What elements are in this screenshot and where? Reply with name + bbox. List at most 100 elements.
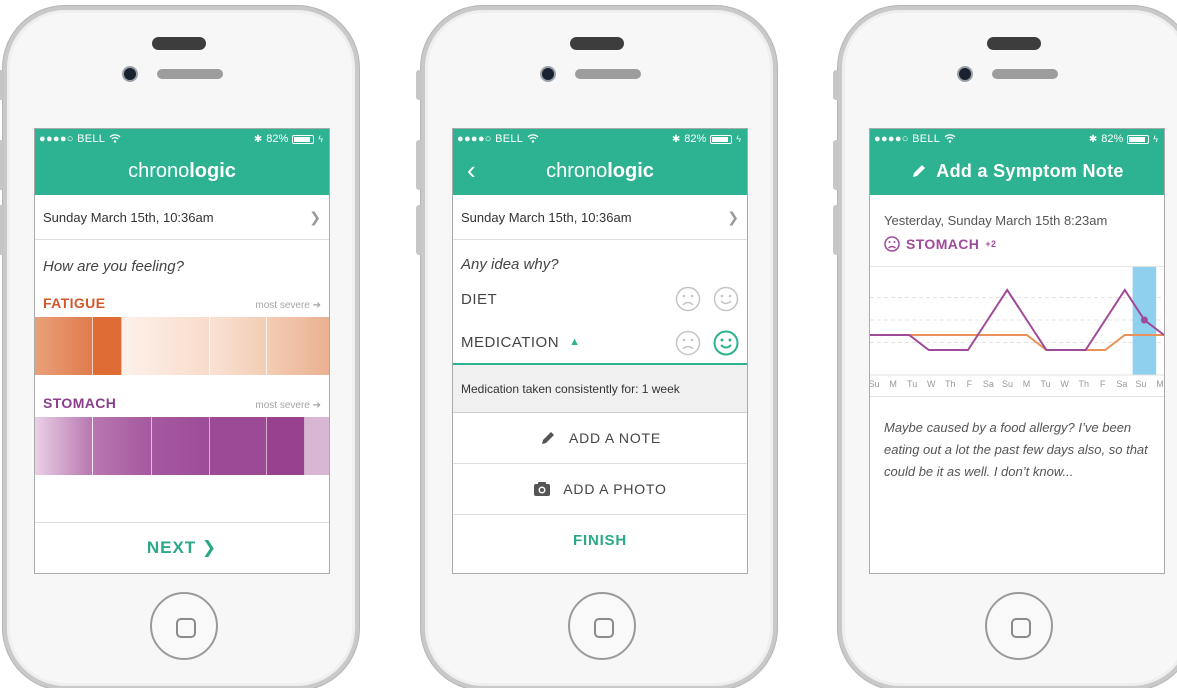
battery-icon xyxy=(292,134,315,144)
bluetooth-icon: ✱ xyxy=(253,133,263,145)
phone-frame-3: ●●●●○ BELL ✱ 82% ϟ Add a Symptom Note Ye… xyxy=(833,6,1177,688)
x-tick-label: Su xyxy=(1002,379,1013,389)
severity-segment[interactable] xyxy=(92,417,153,475)
camera-icon xyxy=(534,482,551,496)
severity-segment[interactable] xyxy=(35,317,93,375)
happy-face-icon[interactable] xyxy=(713,286,739,312)
cause-row-diet[interactable]: DIET xyxy=(453,277,747,321)
sleep-button xyxy=(570,37,624,50)
sad-face-icon[interactable] xyxy=(675,330,701,356)
phone-frame-1: ●●●●○ BELL ✱ 82% ϟ chronologic Sunday Ma… xyxy=(0,6,359,688)
app-header: ‹ chronologic xyxy=(453,147,747,195)
battery-icon xyxy=(710,134,733,144)
bluetooth-icon: ✱ xyxy=(1088,133,1098,145)
chevron-right-icon: ❯ xyxy=(309,208,321,225)
mute-switch xyxy=(833,70,839,100)
add-photo-label: ADD A PHOTO xyxy=(563,481,667,497)
front-camera xyxy=(957,66,973,82)
status-bar: ●●●●○ BELL ✱ 82% ϟ xyxy=(35,129,329,149)
app-logo: chronologic xyxy=(546,159,654,182)
symptom-trend-chart: Su M Tu W Th F Sa Su M Tu W Th F Sa Su M xyxy=(870,266,1164,397)
severity-segment[interactable] xyxy=(305,417,329,475)
note-text: Maybe caused by a food allergy? I’ve bee… xyxy=(884,420,1148,479)
pencil-icon xyxy=(541,432,554,444)
finish-button[interactable]: FINISH xyxy=(453,515,747,566)
x-tick-label: Th xyxy=(1078,379,1089,389)
status-bar: ●●●●○ BELL ✱ 82% ϟ xyxy=(453,129,747,149)
symptom-name: STOMACH xyxy=(906,236,980,252)
back-chevron-icon[interactable]: ‹ xyxy=(467,155,476,186)
cause-row-medication[interactable]: MEDICATION ▲ xyxy=(453,321,747,365)
date-selector[interactable]: Sunday March 15th, 10:36am ❯ xyxy=(453,195,747,240)
add-note-button[interactable]: ADD A NOTE xyxy=(453,413,747,464)
note-date: Yesterday, Sunday March 15th 8:23am xyxy=(884,213,1108,228)
severity-segment[interactable] xyxy=(122,317,210,375)
selected-point xyxy=(1140,316,1148,324)
cause-question: Any idea why? xyxy=(461,256,559,273)
app-header: Add a Symptom Note xyxy=(870,147,1164,195)
date-selector[interactable]: Sunday March 15th, 10:36am ❯ xyxy=(35,195,329,240)
sad-face-icon xyxy=(884,236,900,252)
severity-segment-selected[interactable] xyxy=(92,317,123,375)
fatigue-header: FATIGUE most severe ➔ xyxy=(35,295,329,311)
bluetooth-icon: ✱ xyxy=(671,133,681,145)
next-button[interactable]: NEXT ❯ xyxy=(35,522,329,573)
note-symptom[interactable]: STOMACH +2 xyxy=(870,228,1164,252)
trend-chart-svg: Su M Tu W Th F Sa Su M Tu W Th F Sa Su M xyxy=(870,267,1164,389)
charging-icon: ϟ xyxy=(736,134,741,144)
sleep-button xyxy=(152,37,206,50)
home-button xyxy=(985,592,1053,660)
x-tick-label: M xyxy=(889,379,897,389)
x-tick-label: Su xyxy=(870,379,880,389)
severity-segment[interactable] xyxy=(267,317,329,375)
x-tick-label: Su xyxy=(1135,379,1146,389)
volume-down-button xyxy=(833,205,839,255)
earpiece-speaker xyxy=(575,69,641,79)
feeling-question: How are you feeling? xyxy=(43,258,184,275)
date-label: Sunday March 15th, 10:36am xyxy=(461,209,632,225)
earpiece-speaker xyxy=(992,69,1058,79)
x-tick-label: Sa xyxy=(1116,379,1127,389)
battery-icon xyxy=(1127,134,1150,144)
front-camera xyxy=(122,66,138,82)
mute-switch xyxy=(0,70,4,100)
add-note-label: ADD A NOTE xyxy=(568,430,662,446)
charging-icon: ϟ xyxy=(1153,134,1158,144)
volume-up-button xyxy=(416,140,422,190)
severity-segment[interactable] xyxy=(152,417,210,475)
stomach-header: STOMACH most severe ➔ xyxy=(35,395,329,411)
mute-switch xyxy=(416,70,422,100)
volume-down-button xyxy=(416,205,422,255)
carrier-label: ●●●●○ BELL xyxy=(39,133,106,145)
x-tick-label: M xyxy=(1023,379,1031,389)
x-tick-label: F xyxy=(967,379,973,389)
most-severe-hint: most severe ➔ xyxy=(255,300,321,311)
severity-segment-selected[interactable] xyxy=(267,417,306,475)
wifi-icon xyxy=(109,133,121,146)
x-tick-label: W xyxy=(927,379,936,389)
fatigue-severity-slider[interactable] xyxy=(35,317,329,375)
cause-label-diet: DIET xyxy=(461,290,498,308)
x-tick-label: Tu xyxy=(907,379,917,389)
stomach-severity-slider[interactable] xyxy=(35,417,329,475)
extra-symptom-count: +2 xyxy=(985,239,997,249)
x-tick-label: Tu xyxy=(1041,379,1051,389)
severity-segment[interactable] xyxy=(35,417,93,475)
sad-face-icon[interactable] xyxy=(675,286,701,312)
severity-segment[interactable] xyxy=(209,417,268,475)
cause-label-medication: MEDICATION xyxy=(461,333,560,351)
sleep-button xyxy=(987,37,1041,50)
battery-percent: 82% xyxy=(266,133,289,145)
date-label: Sunday March 15th, 10:36am xyxy=(43,209,214,225)
app-header: chronologic xyxy=(35,147,329,195)
severity-segment[interactable] xyxy=(209,317,268,375)
caret-up-icon[interactable]: ▲ xyxy=(569,336,580,348)
volume-down-button xyxy=(0,205,4,255)
screen-note: ●●●●○ BELL ✱ 82% ϟ Add a Symptom Note Ye… xyxy=(869,128,1165,574)
charging-icon: ϟ xyxy=(318,134,323,144)
volume-up-button xyxy=(833,140,839,190)
add-photo-button[interactable]: ADD A PHOTO xyxy=(453,464,747,515)
x-tick-label: M xyxy=(1156,379,1164,389)
happy-face-icon-selected[interactable] xyxy=(713,330,739,356)
x-tick-label: Sa xyxy=(983,379,994,389)
